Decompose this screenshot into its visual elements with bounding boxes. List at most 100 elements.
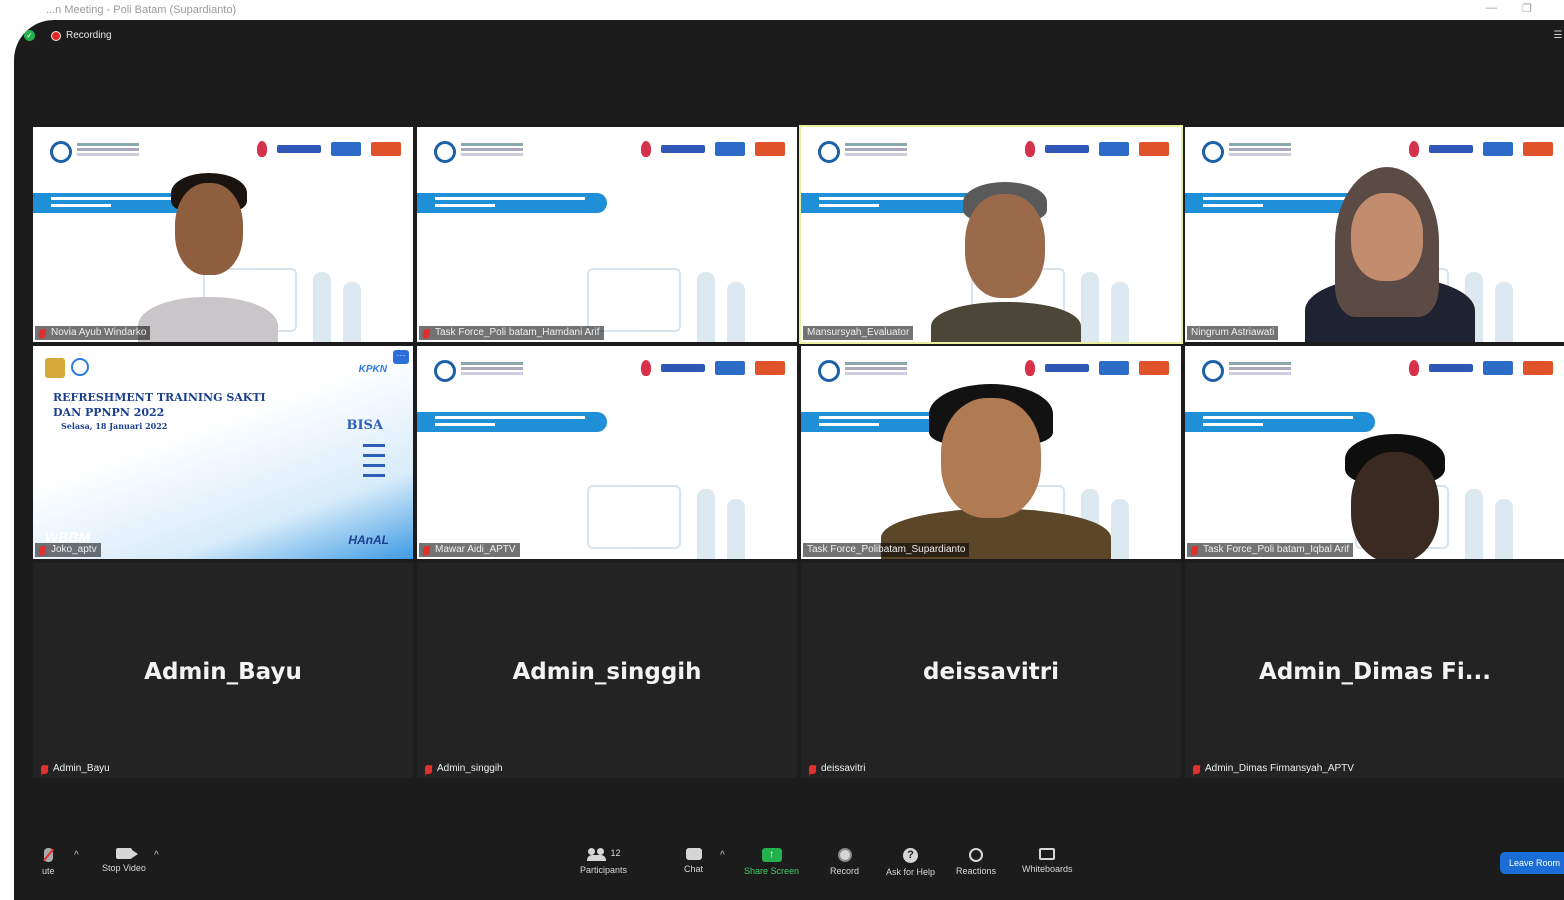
kampus-merdeka-logo-icon [1099,142,1129,156]
hanal-logo: HAnAL [348,533,389,547]
muted-mic-icon [39,546,46,555]
logo-icon [434,360,456,382]
chat-button[interactable]: Chat [684,848,703,874]
meeting-toolbar: ute ^ Stop Video ^ 12 Participants Chat … [14,840,1564,900]
zoom-meeting-window: ✓ Recording ☰ Vi Novia Ayub Windarko [14,20,1564,900]
record-button[interactable]: Record [830,848,859,876]
whiteboards-button[interactable]: Whiteboards [1022,848,1073,874]
g20-logo-icon [1409,360,1419,376]
muted-mic-icon [39,329,46,338]
share-screen-button[interactable]: ↑ Share Screen [744,848,799,876]
muted-mic-icon [423,329,430,338]
g20-logo-icon [641,360,651,376]
participant-name-tag: Task Force_Poli batam_Iqbal Arif [1187,543,1354,557]
video-tile[interactable]: Novia Ayub Windarko [33,127,413,342]
participant-name-tag: Mawar Aidi_APTV [419,543,520,557]
g20-logo-icon [641,141,651,157]
kedaireka-logo-icon [1045,145,1089,153]
sekar-logo-icon [1139,142,1169,156]
djpb-logo-icon [71,358,89,376]
audio-options-chevron-icon[interactable]: ^ [74,850,79,861]
no-video-tile[interactable]: Admin_Dimas Fi... Admin_Dimas Firmansyah… [1185,563,1564,778]
minimize-icon[interactable]: — [1486,2,1497,14]
video-tile[interactable]: Task Force_Polibatam_Supardianto [801,346,1181,559]
kpkn-logo: KPKN [358,364,387,375]
shared-slide-tile[interactable]: KPKN ··· REFRESHMENT TRAINING SAKTI DAN … [33,346,413,559]
sekar-logo-icon [371,142,401,156]
camera-icon [115,848,138,859]
kedaireka-logo-icon [661,145,705,153]
window-title: ...n Meeting - Poli Batam (Supardianto) [46,4,237,16]
more-options-button[interactable]: ··· [393,350,409,364]
g20-logo-icon [1025,141,1035,157]
participant-name-tag: Admin_Dimas Firmansyah_APTV [1189,762,1358,776]
participant-name-tag: Joko_aptv [35,543,101,557]
kampus-merdeka-logo-icon [331,142,361,156]
security-shield-icon[interactable]: ✓ [24,30,35,41]
muted-mic-icon [1193,765,1200,774]
g20-logo-icon [1025,360,1035,376]
whiteboard-icon [1039,848,1056,860]
video-tile[interactable]: Task Force_Poli batam_Iqbal Arif [1185,346,1564,559]
active-speaker-tile[interactable]: Mansursyah_Evaluator [799,125,1183,344]
stop-video-button[interactable]: Stop Video [102,848,146,873]
slide-date: Selasa, 18 Januari 2022 [61,421,168,431]
sekar-logo-icon [755,361,785,375]
video-options-chevron-icon[interactable]: ^ [154,850,159,861]
participant-name-tag: deissavitri [805,762,869,776]
reactions-button[interactable]: Reactions [956,848,996,876]
no-video-tile[interactable]: Admin_Bayu Admin_Bayu [33,563,413,778]
kedaireka-logo-icon [1429,364,1473,372]
video-tile[interactable]: Ningrum Astriawati [1185,127,1564,342]
participant-name-tag: Task Force_Polibatam_Supardianto [803,543,970,557]
kedaireka-logo-icon [277,145,321,153]
participant-name-tag: Mansursyah_Evaluator [803,326,914,340]
muted-mic-icon [809,765,816,774]
view-button[interactable]: ☰ Vi [1554,30,1564,41]
virtual-background [417,346,797,559]
no-video-tile[interactable]: deissavitri deissavitri [801,563,1181,778]
muted-mic-icon [41,765,48,774]
virtual-background [417,127,797,342]
participant-display-name: Admin_Dimas Fi... [1259,659,1491,685]
muted-mic-icon [425,765,432,774]
participants-button[interactable]: 12 Participants [580,848,627,875]
chat-options-chevron-icon[interactable]: ^ [720,850,725,861]
leave-room-button[interactable]: Leave Room [1500,852,1564,874]
slide-background [33,346,413,559]
no-video-tile[interactable]: Admin_singgih Admin_singgih [417,563,797,778]
participant-name-tag: Admin_Bayu [37,762,114,776]
logo-icon [434,141,456,163]
bisa-logo: BISA [346,418,383,433]
mute-button[interactable]: ute [42,848,55,876]
participant-display-name: deissavitri [923,659,1059,685]
participants-icon [586,848,607,861]
recording-dot-icon [51,30,61,41]
recording-label: Recording [66,30,112,41]
g20-logo-icon [257,141,267,157]
logo-icon [1202,360,1224,382]
video-tile[interactable]: Mawar Aidi_APTV [417,346,797,559]
muted-mic-icon [423,546,430,555]
sekar-logo-icon [755,142,785,156]
illustration-graphic [567,449,787,559]
ask-for-help-button[interactable]: ? Ask for Help [886,848,935,877]
slide-title: REFRESHMENT TRAINING SAKTI DAN PPNPN 202… [53,391,266,419]
record-icon [837,848,852,862]
kampus-merdeka-logo-icon [1483,142,1513,156]
restore-icon[interactable]: ❐ [1522,2,1532,15]
bisa-tagline-graphic [363,444,385,447]
logo-icon [818,141,840,163]
participant-name-tag: Ningrum Astriawati [1187,326,1279,340]
participant-display-name: Admin_Bayu [144,659,302,685]
kemenkeu-logo-icon [45,358,65,378]
logo-icon [818,360,840,382]
video-tile[interactable]: Task Force_Poli batam_Hamdani Arif [417,127,797,342]
kedaireka-logo-icon [1429,145,1473,153]
kampus-merdeka-logo-icon [715,142,745,156]
chat-icon [685,848,702,860]
sekar-logo-icon [1139,361,1169,375]
participant-display-name: Admin_singgih [512,659,702,685]
muted-mic-icon [1191,546,1198,555]
share-screen-icon: ↑ [761,848,782,862]
